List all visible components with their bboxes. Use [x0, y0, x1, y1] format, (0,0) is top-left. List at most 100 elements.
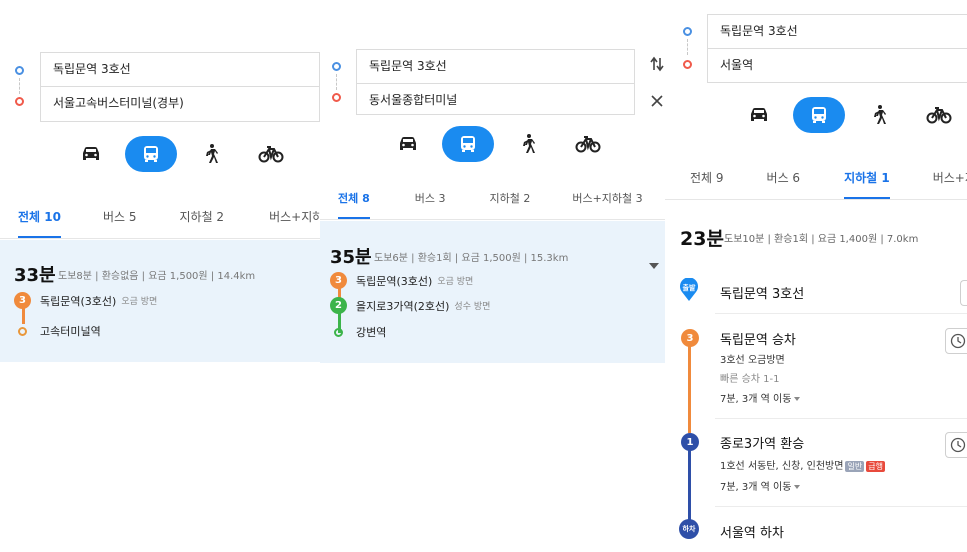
timetable-button[interactable]	[945, 432, 967, 458]
start-label: 출발	[682, 284, 696, 292]
fast-boarding: 빠른 승차 1-1	[720, 374, 780, 385]
transfer-move-toggle[interactable]: 7분, 3개 역 이동	[720, 478, 801, 493]
transport-modes	[382, 126, 622, 162]
station-name: 독립문역(3호선)	[356, 274, 433, 288]
station-name: 강변역	[356, 326, 387, 339]
start-pin-icon: 출발	[679, 277, 699, 302]
tab-bus[interactable]: 버스 5	[103, 208, 137, 238]
board-move-toggle[interactable]: 7분, 3개 역 이동	[720, 390, 801, 405]
route-panel-2: 독립문역 3호선 동서울종합터미널 전체 8 버스 3 지하철 2 버스+지하철…	[320, 0, 667, 552]
line-2-badge: 2	[330, 297, 347, 314]
line-3-badge: 3	[330, 272, 347, 289]
mode-walk-button[interactable]	[502, 126, 554, 162]
transport-modes	[733, 97, 967, 133]
line-3-badge: 3	[681, 329, 699, 347]
bus-icon	[144, 146, 158, 162]
caret-down-icon	[794, 485, 801, 489]
clock-icon	[950, 437, 966, 453]
bus-icon	[812, 107, 826, 123]
end-station: 서울역 하차	[720, 526, 784, 541]
tab-bus-subway[interactable]: 버스+지	[933, 169, 967, 199]
mode-transit-button[interactable]	[793, 97, 845, 133]
end-label: 하차	[682, 525, 696, 533]
transport-modes	[65, 136, 305, 172]
route-result-card[interactable]: 33분 도보8분 | 환승없음 | 요금 1,500원 | 14.4km 3 독…	[0, 240, 322, 362]
mode-transit-button[interactable]	[125, 136, 177, 172]
mode-car-button[interactable]	[65, 136, 117, 172]
tab-subway[interactable]: 지하철 2	[489, 190, 530, 219]
result-tabs: 전체 10 버스 5 지하철 2 버스+지하	[0, 195, 322, 239]
caret-down-icon	[794, 397, 801, 401]
tab-bus[interactable]: 버스 6	[767, 169, 801, 199]
swap-button[interactable]	[650, 56, 664, 76]
destination-input[interactable]: 동서울종합터미널	[356, 83, 635, 115]
tab-all[interactable]: 전체 9	[690, 169, 724, 199]
tab-bus-subway[interactable]: 버스+지하	[269, 208, 322, 238]
expand-button[interactable]	[648, 255, 660, 274]
direction-text: 오금 방면	[437, 277, 474, 287]
divider	[715, 313, 967, 314]
tab-subway[interactable]: 지하철 2	[180, 208, 225, 238]
start-station: 독립문역 3호선	[720, 287, 805, 302]
origin-input[interactable]: 독립문역 3호선	[707, 14, 967, 48]
origin-dot-icon	[15, 66, 24, 75]
destination-input[interactable]: 서울고속버스터미널(경부)	[40, 86, 320, 122]
clear-button[interactable]	[651, 92, 663, 111]
mode-bike-button[interactable]	[913, 97, 965, 133]
start-action-button[interactable]	[960, 280, 967, 306]
bike-icon	[575, 136, 601, 153]
line3-segment	[688, 345, 691, 433]
close-icon	[651, 95, 663, 107]
walk-icon	[206, 144, 218, 163]
end-marker-icon: 하차	[679, 519, 699, 539]
route-connector	[19, 78, 20, 94]
destination-dot-icon	[15, 97, 24, 106]
board-line: 3호선 오금방면	[720, 355, 785, 366]
move-text: 7분, 3개 역 이동	[720, 394, 792, 405]
travel-time: 23분	[680, 228, 724, 250]
car-icon	[83, 147, 99, 160]
result-tabs: 전체 8 버스 3 지하철 2 버스+지하철 3	[320, 180, 667, 220]
destination-dot-icon	[683, 60, 692, 69]
route-result-card[interactable]: 35분 도보6분 | 환승1회 | 요금 1,500원 | 15.3km 3 독…	[320, 221, 667, 363]
destination-input[interactable]: 서울역	[707, 48, 967, 83]
route-step: 2 을지로3가역(2호선) 성수 방면	[330, 297, 490, 314]
route-meta: 도보10분 | 환승1회 | 요금 1,400원 | 7.0km	[724, 234, 919, 245]
mode-walk-button[interactable]	[853, 97, 905, 133]
mode-walk-button[interactable]	[185, 136, 237, 172]
tab-all[interactable]: 전체 10	[18, 208, 61, 238]
mode-bike-button[interactable]	[245, 136, 297, 172]
origin-input[interactable]: 독립문역 3호선	[356, 49, 635, 83]
bike-icon	[926, 107, 952, 124]
car-icon	[400, 137, 416, 150]
board-title: 독립문역 승차	[720, 333, 796, 348]
timetable-button[interactable]	[945, 328, 967, 354]
route-step: 강변역	[330, 324, 386, 340]
divider	[715, 418, 967, 419]
mode-bike-button[interactable]	[562, 126, 614, 162]
arrival-ring-icon	[334, 327, 343, 337]
tag-normal: 일반	[845, 461, 865, 472]
station-name: 을지로3가역(2호선)	[356, 299, 450, 313]
station-name: 독립문역(3호선)	[40, 294, 117, 308]
origin-input[interactable]: 독립문역 3호선	[40, 52, 320, 86]
line1-segment	[688, 450, 691, 522]
tab-bus[interactable]: 버스 3	[415, 190, 446, 219]
tab-subway[interactable]: 지하철 1	[844, 169, 890, 199]
mode-transit-button[interactable]	[442, 126, 494, 162]
walk-icon	[874, 105, 886, 124]
move-text: 7분, 3개 역 이동	[720, 482, 792, 493]
route-step: 3 독립문역(3호선) 오금 방면	[330, 272, 473, 289]
direction-text: 오금 방면	[121, 297, 158, 307]
origin-dot-icon	[332, 62, 341, 71]
tab-all[interactable]: 전체 8	[338, 190, 370, 219]
bike-icon	[258, 146, 284, 163]
transfer-line: 1호선 서동탄, 신창, 인천방면 일반 급행	[720, 457, 885, 472]
mode-car-button[interactable]	[733, 97, 785, 133]
tab-bus-subway[interactable]: 버스+지하철 3	[572, 190, 642, 219]
mode-car-button[interactable]	[382, 126, 434, 162]
bus-icon	[461, 136, 475, 152]
route-panel-1: 독립문역 3호선 서울고속버스터미널(경부) 전체 10 버스 5 지하철 2 …	[0, 0, 322, 552]
clock-icon	[950, 333, 966, 349]
transfer-line-text: 1호선 서동탄, 신창, 인천방면	[720, 461, 844, 472]
